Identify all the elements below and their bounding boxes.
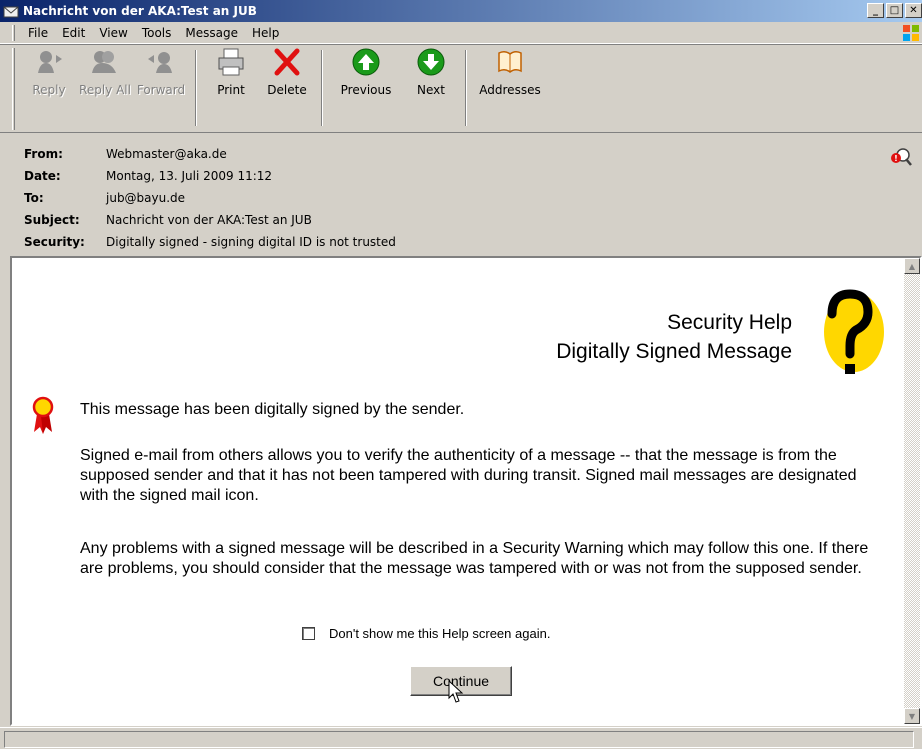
help-title-line2: Digitally Signed Message (556, 340, 792, 363)
delete-button[interactable]: Delete (259, 47, 315, 129)
addresses-button[interactable]: Addresses (473, 47, 547, 129)
message-body-pane: Security Help Digitally Signed Message T… (10, 256, 922, 726)
status-bar (0, 727, 922, 749)
date-label: Date: (24, 169, 61, 183)
dont-show-option[interactable]: Don't show me this Help screen again. (302, 626, 550, 641)
subject-value: Nachricht von der AKA:Test an JUB (106, 213, 312, 227)
window-controls: _ □ ✕ (865, 3, 922, 18)
dont-show-checkbox[interactable] (302, 627, 315, 640)
windows-logo-icon (903, 25, 919, 41)
up-arrow-icon (352, 48, 380, 76)
header-to: To: jub@bayu.de (24, 187, 922, 209)
toolbar-separator (465, 50, 467, 126)
message-headers: From: Webmaster@aka.de Date: Montag, 13.… (0, 132, 922, 252)
delete-x-icon (274, 48, 300, 76)
header-subject: Subject: Nachricht von der AKA:Test an J… (24, 209, 922, 231)
signed-intro-text: This message has been digitally signed b… (80, 401, 465, 418)
reply-button[interactable]: Reply (21, 47, 77, 129)
from-label: From: (24, 147, 63, 161)
menu-bar: File Edit View Tools Message Help (0, 22, 922, 44)
print-label: Print (217, 83, 245, 97)
forward-label: Forward (136, 83, 186, 97)
dont-show-label[interactable]: Don't show me this Help screen again. (329, 626, 550, 641)
previous-label: Previous (340, 83, 392, 97)
to-value[interactable]: jub@bayu.de (106, 191, 185, 205)
title-bar: Nachricht von der AKA:Test an JUB _ □ ✕ (0, 0, 922, 22)
down-arrow-icon (417, 48, 445, 76)
from-value[interactable]: Webmaster@aka.de (106, 147, 227, 161)
menubar-grip[interactable] (12, 24, 15, 41)
header-date: Date: Montag, 13. Juli 2009 11:12 (24, 165, 922, 187)
maximize-button[interactable]: □ (886, 3, 903, 18)
menu-message[interactable]: Message (178, 26, 245, 40)
vertical-scrollbar[interactable]: ▲ ▼ (904, 258, 920, 724)
reply-icon (38, 51, 62, 73)
question-mark-icon (824, 289, 884, 374)
reply-all-label: Reply All (79, 83, 131, 97)
toolbar-separator (195, 50, 197, 126)
header-security: Security: Digitally signed - signing dig… (24, 231, 922, 253)
delete-label: Delete (267, 83, 307, 97)
toolbar: Reply Reply All Forward Print Delete Pre… (0, 44, 922, 132)
header-from: From: Webmaster@aka.de (24, 143, 922, 165)
reply-all-button[interactable]: Reply All (77, 47, 133, 129)
scroll-up-button[interactable]: ▲ (904, 258, 920, 274)
certificate-ribbon-icon (32, 396, 54, 434)
window-title: Nachricht von der AKA:Test an JUB (23, 4, 257, 18)
menu-tools[interactable]: Tools (135, 26, 179, 40)
menu-edit[interactable]: Edit (55, 26, 92, 40)
forward-icon (148, 52, 172, 73)
subject-label: Subject: (24, 213, 80, 227)
svg-text:!: ! (894, 154, 898, 163)
security-warning-text: Any problems with a signed message will … (80, 540, 869, 577)
security-value: Digitally signed - signing digital ID is… (106, 235, 396, 249)
reply-all-icon (92, 51, 116, 73)
scroll-down-button[interactable]: ▼ (904, 708, 920, 724)
printer-icon (218, 48, 244, 76)
security-label: Security: (24, 235, 85, 249)
signature-warning-icon[interactable]: ! (890, 146, 912, 168)
print-button[interactable]: Print (203, 47, 259, 129)
next-label: Next (417, 83, 445, 97)
menu-file[interactable]: File (21, 26, 55, 40)
previous-button[interactable]: Previous (329, 47, 403, 129)
status-panel (4, 731, 914, 748)
mouse-cursor-icon (448, 680, 464, 703)
address-book-icon (498, 50, 522, 73)
toolbar-grip[interactable] (12, 48, 15, 130)
help-title-line1: Security Help (667, 311, 792, 334)
reply-label: Reply (32, 83, 66, 97)
help-heading: Security Help Digitally Signed Message (556, 308, 792, 366)
addresses-label: Addresses (479, 83, 541, 97)
close-button[interactable]: ✕ (905, 3, 922, 18)
to-label: To: (24, 191, 44, 205)
signed-explanation-text: Signed e-mail from others allows you to … (80, 447, 857, 504)
menu-view[interactable]: View (92, 26, 134, 40)
toolbar-separator (321, 50, 323, 126)
date-value: Montag, 13. Juli 2009 11:12 (106, 169, 273, 183)
forward-button[interactable]: Forward (133, 47, 189, 129)
envelope-icon (3, 6, 19, 18)
menu-help[interactable]: Help (245, 26, 286, 40)
minimize-button[interactable]: _ (867, 3, 884, 18)
next-button[interactable]: Next (403, 47, 459, 129)
